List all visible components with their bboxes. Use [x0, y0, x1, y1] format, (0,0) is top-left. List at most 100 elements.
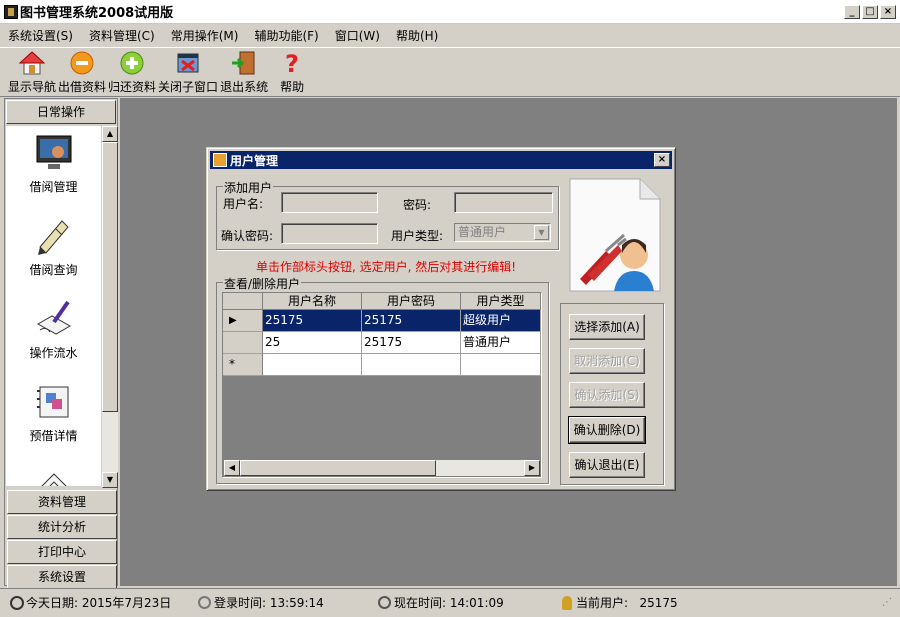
table-row[interactable]: ▶ 25175 25175 超级用户	[223, 310, 541, 332]
minimize-button[interactable]: _	[844, 5, 860, 19]
cell-username[interactable]: 25	[263, 332, 362, 354]
table-row[interactable]: 25 25175 普通用户	[223, 332, 541, 354]
menu-bar: 系统设置(S) 资料管理(C) 常用操作(M) 辅助功能(F) 窗口(W) 帮助…	[0, 25, 900, 46]
title-bar: 图书管理系统2008试用版 _ □ ×	[0, 0, 900, 24]
dialog-icon	[213, 153, 227, 167]
usertype-select[interactable]: 普通用户 ▼	[454, 223, 551, 242]
hscroll-thumb[interactable]	[240, 460, 436, 476]
menu-common-operations[interactable]: 常用操作(M)	[163, 27, 247, 44]
show-nav-button[interactable]: 显示导航	[8, 48, 56, 96]
help-icon: ?	[277, 50, 307, 76]
nav-item-borrow-manage[interactable]: 借阅管理	[6, 126, 101, 209]
menu-help[interactable]: 帮助(H)	[388, 27, 446, 44]
chevron-down-icon[interactable]: ▼	[534, 225, 549, 240]
view-delete-legend: 查看/删除用户	[223, 275, 302, 292]
cell-password[interactable]: 25175	[362, 310, 461, 332]
group-print-center[interactable]: 打印中心	[7, 540, 117, 564]
scroll-thumb[interactable]	[102, 142, 118, 412]
nav-scrollbar[interactable]: ▲ ▼	[102, 126, 118, 488]
edit-hint: 单击作部标头按钮, 选定用户, 然后对其进行编辑!	[256, 260, 517, 274]
status-current-time: 现在时间: 14:01:09	[378, 594, 504, 611]
nav-item-reserve-detail[interactable]: 预借详情	[6, 375, 101, 458]
column-header-usertype[interactable]: 用户类型	[461, 293, 541, 310]
close-window-icon	[173, 50, 203, 76]
grid-header-row: 用户名称 用户密码 用户类型	[223, 293, 541, 310]
maximize-button[interactable]: □	[862, 5, 878, 19]
nav-item-operation-log[interactable]: 操作流水	[6, 292, 101, 375]
close-button[interactable]: ×	[880, 5, 896, 19]
scroll-down-button[interactable]: ▼	[102, 472, 118, 488]
dialog-titlebar[interactable]: 用户管理 ×	[210, 151, 672, 169]
status-bar: 今天日期: 2015年7月23日 登录时间: 13:59:14 现在时间: 14…	[0, 588, 900, 614]
clock-icon	[10, 595, 24, 610]
usertype-label: 用户类型:	[391, 229, 444, 243]
menu-window[interactable]: 窗口(W)	[327, 27, 388, 44]
app-icon	[4, 4, 18, 19]
borrow-manage-icon	[34, 134, 74, 172]
menu-data-management[interactable]: 资料管理(C)	[81, 27, 163, 44]
username-label: 用户名:	[223, 197, 264, 211]
nav-list: 借阅管理 借阅查询 操作流水 预借详情	[6, 126, 102, 486]
confirm-password-input[interactable]	[281, 223, 378, 244]
group-daily-operations[interactable]: 日常操作	[6, 100, 116, 124]
grid-hscrollbar[interactable]: ◀ ▶	[224, 460, 540, 476]
return-button[interactable]: 归还资料	[108, 48, 156, 96]
select-add-button[interactable]: 选择添加(A)	[569, 314, 645, 340]
status-current-user: 当前用户: 25175	[562, 594, 678, 611]
cell-username[interactable]: 25175	[263, 310, 362, 332]
scroll-left-button[interactable]: ◀	[224, 460, 240, 476]
lend-button[interactable]: 出借资料	[58, 48, 106, 96]
group-system-settings[interactable]: 系统设置	[7, 565, 117, 589]
password-input[interactable]	[454, 192, 553, 213]
cell-password[interactable]: 25175	[362, 332, 461, 354]
reserve-detail-icon	[34, 383, 74, 421]
row-selector[interactable]	[223, 332, 263, 354]
exit-button[interactable]: 退出系统	[220, 48, 268, 96]
minus-circle-icon	[67, 50, 97, 76]
column-header-username[interactable]: 用户名称	[263, 293, 362, 310]
scroll-up-button[interactable]: ▲	[102, 126, 118, 142]
status-today: 今天日期: 2015年7月23日	[10, 594, 171, 611]
cell-password-new[interactable]	[362, 354, 461, 376]
confirm-add-button[interactable]: 确认添加(S)	[569, 382, 645, 408]
column-header-password[interactable]: 用户密码	[362, 293, 461, 310]
grid-corner[interactable]	[223, 293, 263, 310]
confirm-password-label: 确认密码:	[221, 229, 274, 243]
user-management-dialog: 用户管理 × 添加用户 用户名: 密码: 确认密码: 用户类型: 普通用户 ▼ …	[206, 147, 676, 491]
confirm-delete-button[interactable]: 确认删除(D)	[568, 416, 646, 444]
scroll-right-button[interactable]: ▶	[524, 460, 540, 476]
dialog-close-button[interactable]: ×	[654, 153, 670, 167]
menu-auxiliary[interactable]: 辅助功能(F)	[246, 27, 326, 44]
help-button[interactable]: ? 帮助	[274, 48, 310, 96]
confirm-exit-button[interactable]: 确认退出(E)	[569, 452, 645, 478]
cell-usertype[interactable]: 普通用户	[461, 332, 541, 354]
user-icon	[562, 595, 572, 610]
cell-usertype-new[interactable]	[461, 354, 541, 376]
toolbar: 显示导航 出借资料 归还资料 关闭子窗口 退出系统 ? 帮助	[0, 47, 900, 97]
dialog-title: 用户管理	[230, 153, 279, 168]
menu-system-settings[interactable]: 系统设置(S)	[0, 27, 81, 44]
add-user-legend: 添加用户	[223, 179, 274, 196]
borrow-query-icon	[34, 217, 74, 255]
close-child-button[interactable]: 关闭子窗口	[158, 48, 218, 96]
login-clock-icon	[198, 596, 211, 609]
status-login-time: 登录时间: 13:59:14	[198, 594, 324, 611]
plus-circle-icon	[117, 50, 147, 76]
resize-grip-icon[interactable]: ⋰	[882, 597, 892, 608]
user-grid[interactable]: 用户名称 用户密码 用户类型 ▶ 25175 25175 超级用户 25 251…	[222, 292, 542, 478]
group-data-management[interactable]: 资料管理	[7, 490, 117, 514]
nav-item-partial[interactable]	[6, 458, 101, 486]
cancel-add-button[interactable]: 取消添加(C)	[569, 348, 645, 374]
home-icon	[17, 50, 47, 76]
cell-username-new[interactable]	[263, 354, 362, 376]
window-title: 图书管理系统2008试用版	[20, 6, 174, 21]
group-statistics[interactable]: 统计分析	[7, 515, 117, 539]
cell-usertype[interactable]: 超级用户	[461, 310, 541, 332]
new-row[interactable]: *	[223, 354, 541, 376]
nav-item-borrow-query[interactable]: 借阅查询	[6, 209, 101, 292]
username-input[interactable]	[281, 192, 378, 213]
row-selector[interactable]: ▶	[223, 310, 263, 332]
user-edit-illustration	[566, 175, 664, 295]
navigation-panel: 日常操作 借阅管理 借阅查询 操作流水 预借详情 ▲ ▼ 资料管理 统计分析 打…	[4, 98, 118, 589]
new-row-marker[interactable]: *	[223, 354, 263, 376]
